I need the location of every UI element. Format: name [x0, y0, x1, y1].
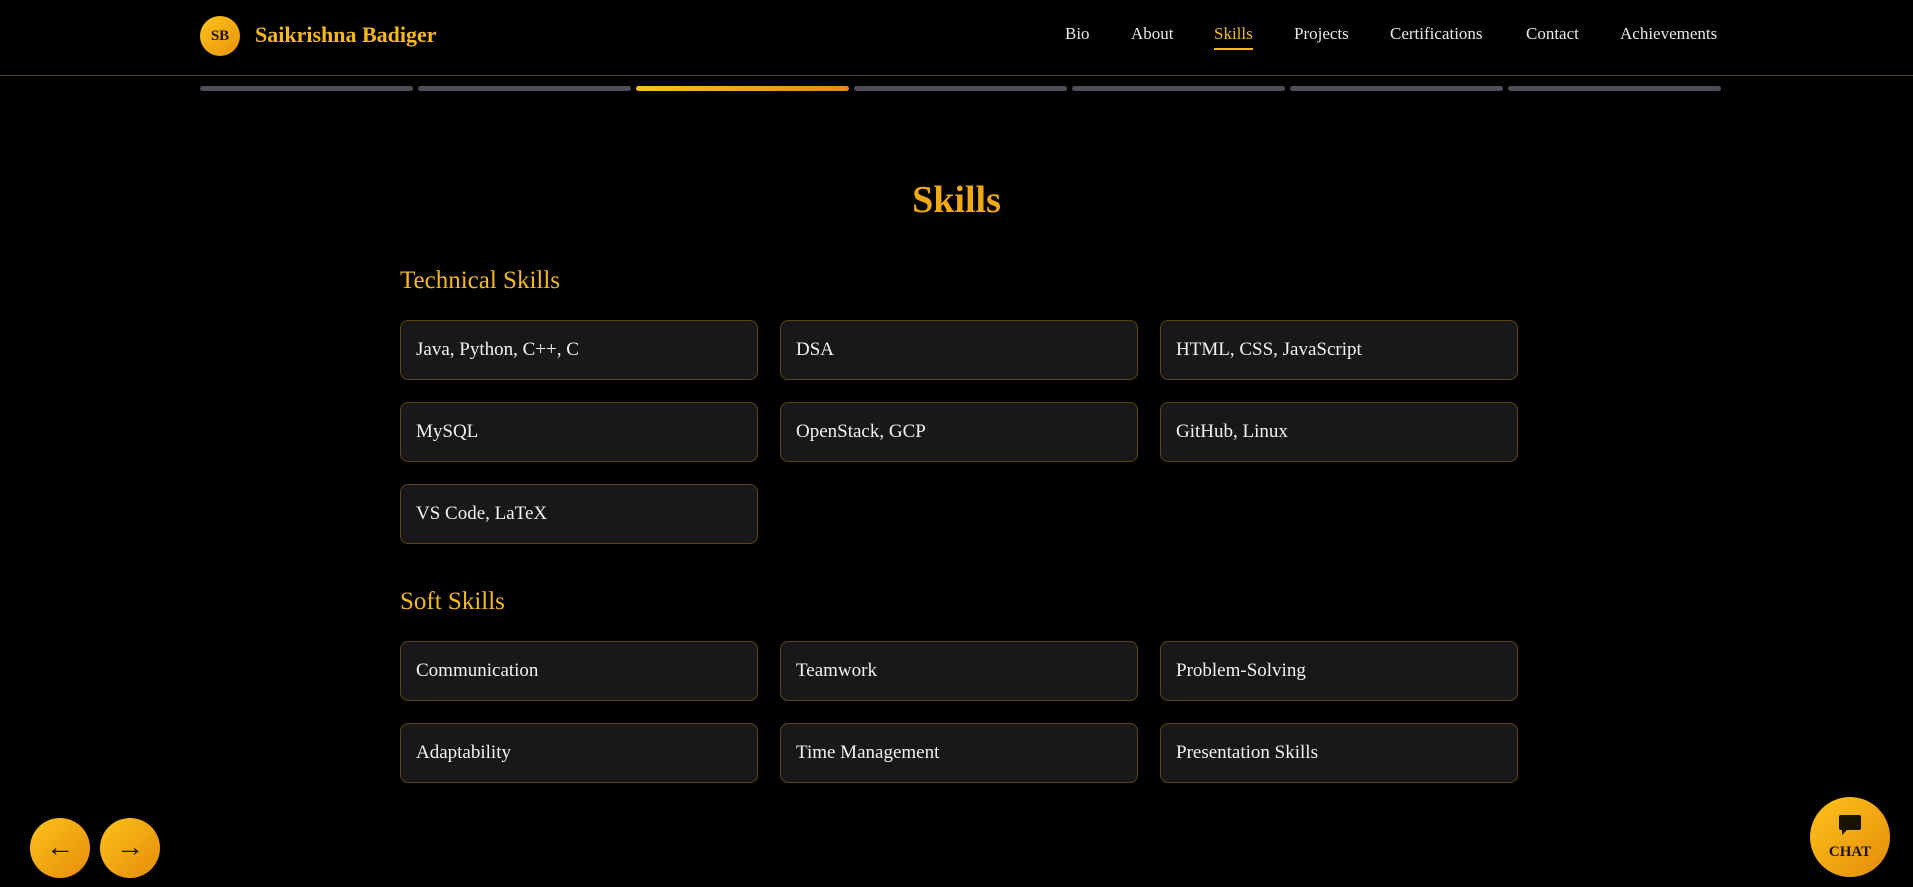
progress-segment[interactable]: [418, 86, 631, 91]
skill-card: HTML, CSS, JavaScript: [1160, 320, 1518, 380]
skill-card: Adaptability: [400, 723, 758, 783]
nav-item-certifications[interactable]: Certifications: [1390, 24, 1483, 44]
arrow-right-icon: →: [116, 832, 144, 863]
progress-segment-active[interactable]: [636, 86, 849, 91]
main-nav: Bio About Skills Projects Certifications…: [0, 24, 1913, 54]
progress-segment[interactable]: [1290, 86, 1503, 91]
progress-segment[interactable]: [1508, 86, 1721, 91]
skill-card: OpenStack, GCP: [780, 402, 1138, 462]
skill-card: Presentation Skills: [1160, 723, 1518, 783]
skill-card: DSA: [780, 320, 1138, 380]
chat-button[interactable]: CHAT: [1810, 797, 1890, 877]
skill-card: Teamwork: [780, 641, 1138, 701]
progress-segment[interactable]: [200, 86, 413, 91]
skill-card: MySQL: [400, 402, 758, 462]
skill-card: Problem-Solving: [1160, 641, 1518, 701]
progress-segment[interactable]: [1072, 86, 1285, 91]
skill-card: Java, Python, C++, C: [400, 320, 758, 380]
nav-item-about[interactable]: About: [1131, 24, 1174, 44]
nav-item-projects[interactable]: Projects: [1294, 24, 1349, 44]
chat-bubble-icon: [1839, 815, 1861, 835]
progress-segment[interactable]: [854, 86, 1067, 91]
section-progress-bar: [200, 86, 1721, 91]
page-title: Skills: [912, 179, 1001, 221]
nav-item-bio[interactable]: Bio: [1065, 24, 1090, 44]
skill-card: Communication: [400, 641, 758, 701]
skill-card: VS Code, LaTeX: [400, 484, 758, 544]
skill-card: Time Management: [780, 723, 1138, 783]
skill-card: GitHub, Linux: [1160, 402, 1518, 462]
next-section-button[interactable]: →: [100, 818, 160, 878]
nav-item-skills[interactable]: Skills: [1214, 24, 1253, 50]
nav-item-achievements[interactable]: Achievements: [1620, 24, 1717, 44]
nav-item-contact[interactable]: Contact: [1526, 24, 1579, 44]
chat-label: CHAT: [1828, 844, 1872, 860]
soft-skills-heading: Soft Skills: [400, 588, 505, 615]
previous-section-button[interactable]: ←: [30, 818, 90, 878]
arrow-left-icon: ←: [46, 832, 74, 863]
site-header: SB Saikrishna Badiger Bio About Skills P…: [0, 0, 1913, 76]
technical-skills-heading: Technical Skills: [400, 267, 561, 294]
